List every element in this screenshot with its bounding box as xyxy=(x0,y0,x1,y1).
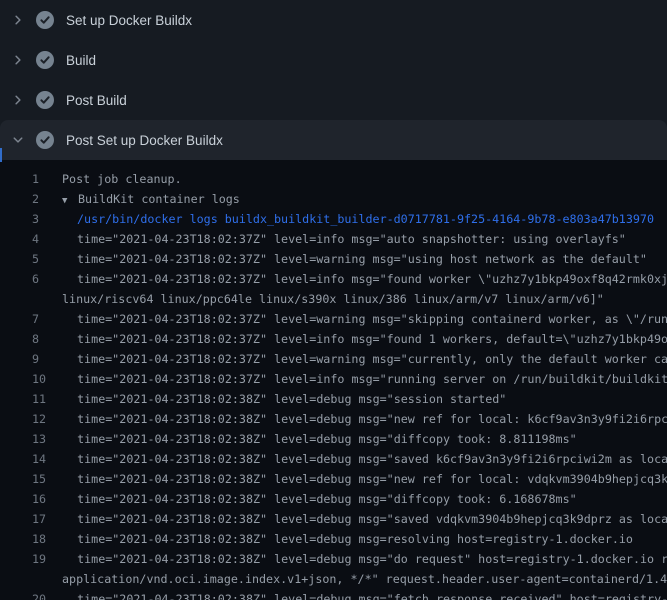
log-line-text: BuildKit container logs xyxy=(78,192,240,206)
log-line-number[interactable]: 1 xyxy=(32,169,46,189)
log-line: 6 time="2021-04-23T18:02:37Z" level=info … xyxy=(0,269,667,289)
active-step-indicator xyxy=(0,148,2,162)
log-line: 20 time="2021-04-23T18:02:38Z" level=debu… xyxy=(0,589,667,600)
log-line-text: time="2021-04-23T18:02:37Z" level=info m… xyxy=(62,229,626,249)
log-line-text: time="2021-04-23T18:02:37Z" level=warnin… xyxy=(62,309,667,329)
log-line-number[interactable]: 18 xyxy=(32,529,46,549)
log-line-number[interactable]: 14 xyxy=(32,449,46,469)
log-line-text: time="2021-04-23T18:02:38Z" level=debug … xyxy=(62,549,667,569)
log-line-number[interactable]: 6 xyxy=(32,269,46,289)
log-line-number[interactable]: 9 xyxy=(32,349,46,369)
log-line: 12 time="2021-04-23T18:02:38Z" level=debu… xyxy=(0,409,667,429)
log-line-text: time="2021-04-23T18:02:38Z" level=debug … xyxy=(62,409,667,429)
log-line: 13 time="2021-04-23T18:02:38Z" level=debu… xyxy=(0,429,667,449)
log-line-number[interactable]: 16 xyxy=(32,489,46,509)
log-line-number xyxy=(32,569,46,589)
log-line-number[interactable]: 12 xyxy=(32,409,46,429)
log-command-text: /usr/bin/docker logs buildx_buildkit_bui… xyxy=(62,209,654,229)
log-line-number[interactable]: 20 xyxy=(32,589,46,600)
log-line: 7 time="2021-04-23T18:02:37Z" level=warni… xyxy=(0,309,667,329)
log-line-number[interactable]: 5 xyxy=(32,249,46,269)
log-line: 3/usr/bin/docker logs buildx_buildkit_bu… xyxy=(0,209,667,229)
log-line-text: time="2021-04-23T18:02:38Z" level=debug … xyxy=(62,389,506,409)
step-row-post-set-up-docker-buildx[interactable]: Post Set up Docker Buildx xyxy=(0,120,667,160)
log-line: 18 time="2021-04-23T18:02:38Z" level=debu… xyxy=(0,529,667,549)
triangle-down-icon: ▼ xyxy=(62,191,78,211)
log-line: 11 time="2021-04-23T18:02:38Z" level=debu… xyxy=(0,389,667,409)
log-group-toggle[interactable]: ▼BuildKit container logs xyxy=(62,189,240,209)
log-line: 8 time="2021-04-23T18:02:37Z" level=info … xyxy=(0,329,667,349)
log-line: 16 time="2021-04-23T18:02:38Z" level=debu… xyxy=(0,489,667,509)
log-line: 17 time="2021-04-23T18:02:38Z" level=debu… xyxy=(0,509,667,529)
log-line-text: time="2021-04-23T18:02:38Z" level=debug … xyxy=(62,469,667,489)
log-line-text: time="2021-04-23T18:02:37Z" level=warnin… xyxy=(62,249,647,269)
log-line-number[interactable]: 8 xyxy=(32,329,46,349)
log-line: 4 time="2021-04-23T18:02:37Z" level=info … xyxy=(0,229,667,249)
log-line-number xyxy=(32,289,46,309)
log-line-number[interactable]: 11 xyxy=(32,389,46,409)
log-line-number[interactable]: 13 xyxy=(32,429,46,449)
log-line-number[interactable]: 17 xyxy=(32,509,46,529)
log-line-text: time="2021-04-23T18:02:38Z" level=debug … xyxy=(62,529,633,549)
log-line-text: time="2021-04-23T18:02:38Z" level=debug … xyxy=(62,449,667,469)
step-row-post-build[interactable]: Post Build xyxy=(0,80,667,120)
log-line: linux/riscv64 linux/ppc64le linux/s390x … xyxy=(0,289,667,309)
log-line-text: application/vnd.oci.image.index.v1+json,… xyxy=(62,569,667,589)
log-line-text: time="2021-04-23T18:02:37Z" level=info m… xyxy=(62,369,667,389)
log-line-text: time="2021-04-23T18:02:37Z" level=warnin… xyxy=(62,349,667,369)
check-circle-icon xyxy=(36,11,54,29)
log-line-text: time="2021-04-23T18:02:37Z" level=info m… xyxy=(62,329,667,349)
log-line-text: time="2021-04-23T18:02:38Z" level=debug … xyxy=(62,429,577,449)
check-circle-icon xyxy=(36,91,54,109)
step-title: Set up Docker Buildx xyxy=(66,13,192,28)
log-line-number[interactable]: 2 xyxy=(32,189,46,209)
log-line: 5 time="2021-04-23T18:02:37Z" level=warni… xyxy=(0,249,667,269)
log-line-text: Post job cleanup. xyxy=(62,169,182,189)
log-line-number[interactable]: 10 xyxy=(32,369,46,389)
chevron-down-icon[interactable] xyxy=(12,134,24,146)
log-line: 9 time="2021-04-23T18:02:37Z" level=warni… xyxy=(0,349,667,369)
step-title: Post Set up Docker Buildx xyxy=(66,133,223,148)
log-line-number[interactable]: 15 xyxy=(32,469,46,489)
log-line-text: time="2021-04-23T18:02:38Z" level=debug … xyxy=(62,489,577,509)
log-line: 10 time="2021-04-23T18:02:37Z" level=info… xyxy=(0,369,667,389)
log-line-number[interactable]: 7 xyxy=(32,309,46,329)
log-line-number[interactable]: 19 xyxy=(32,549,46,569)
log-line-text: time="2021-04-23T18:02:37Z" level=info m… xyxy=(62,269,667,289)
log-line: 15 time="2021-04-23T18:02:38Z" level=debu… xyxy=(0,469,667,489)
chevron-right-icon[interactable] xyxy=(12,14,24,26)
log-line-number[interactable]: 4 xyxy=(32,229,46,249)
log-line-text: time="2021-04-23T18:02:38Z" level=debug … xyxy=(62,509,667,529)
step-row-build[interactable]: Build xyxy=(0,40,667,80)
steps-list: Set up Docker Buildx Build Post Build Post … xyxy=(0,0,667,160)
chevron-right-icon[interactable] xyxy=(12,94,24,106)
step-title: Post Build xyxy=(66,93,127,108)
log-line: 2 ▼BuildKit container logs xyxy=(0,189,667,209)
log-line: 14 time="2021-04-23T18:02:38Z" level=debu… xyxy=(0,449,667,469)
check-circle-icon xyxy=(36,51,54,69)
log-line-text: time="2021-04-23T18:02:38Z" level=debug … xyxy=(62,589,667,600)
step-title: Build xyxy=(66,53,96,68)
log-viewer: 1 Post job cleanup. 2 ▼BuildKit container l… xyxy=(0,160,667,600)
log-line-text: linux/riscv64 linux/ppc64le linux/s390x … xyxy=(62,289,604,309)
log-line: 1 Post job cleanup. xyxy=(0,169,667,189)
log-line-number[interactable]: 3 xyxy=(32,209,46,229)
chevron-right-icon[interactable] xyxy=(12,54,24,66)
log-line: 19 time="2021-04-23T18:02:38Z" level=debu… xyxy=(0,549,667,569)
step-row-set-up-docker-buildx[interactable]: Set up Docker Buildx xyxy=(0,0,667,40)
check-circle-icon xyxy=(36,131,54,149)
log-line: application/vnd.oci.image.index.v1+json,… xyxy=(0,569,667,589)
